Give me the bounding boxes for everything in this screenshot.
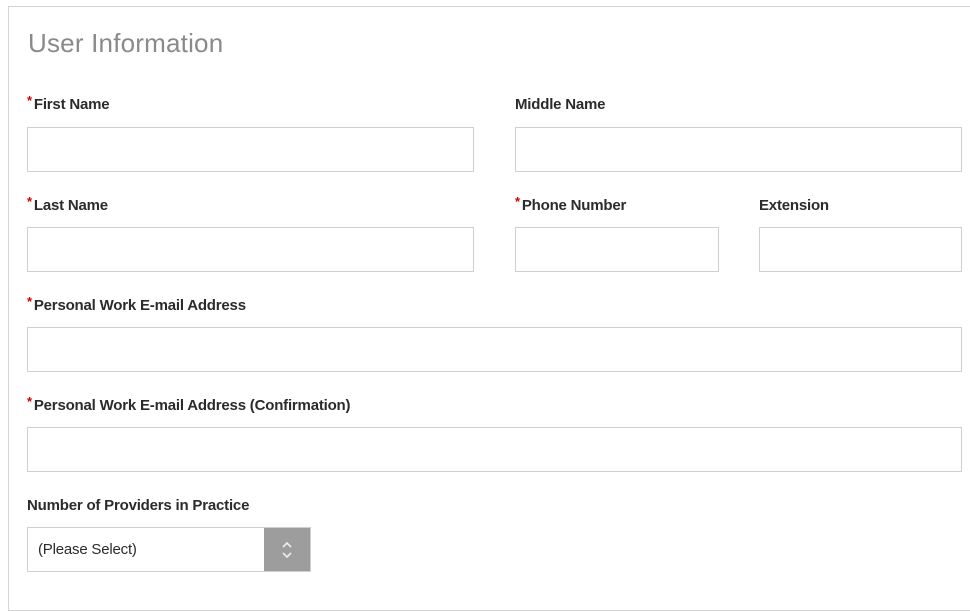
required-marker: * [515, 194, 520, 209]
extension-label: Extension [759, 197, 829, 214]
last-name-label-text: Last Name [33, 197, 108, 214]
email-confirmation-input[interactable] [27, 427, 962, 472]
last-name-input[interactable] [27, 227, 474, 272]
middle-name-input[interactable] [515, 127, 962, 172]
required-marker: * [27, 194, 32, 209]
email-label-text: Personal Work E-mail Address [33, 297, 246, 314]
email-confirmation-label: * Personal Work E-mail Address (Confirmat… [27, 394, 351, 415]
email-confirmation-label-text: Personal Work E-mail Address (Confirmati… [33, 397, 351, 414]
first-name-label: * First Name [27, 93, 110, 114]
phone-number-input[interactable] [515, 227, 719, 272]
last-name-label: * Last Name [27, 194, 108, 215]
email-input[interactable] [27, 327, 962, 372]
phone-number-label: * Phone Number [515, 194, 627, 215]
phone-number-label-text: Phone Number [521, 197, 627, 214]
extension-input[interactable] [759, 227, 962, 272]
first-name-input[interactable] [27, 127, 474, 172]
providers-label: Number of Providers in Practice [27, 497, 250, 514]
select-arrow-button[interactable] [264, 528, 310, 571]
first-name-label-text: First Name [33, 96, 110, 113]
providers-selected-value: (Please Select) [38, 541, 137, 558]
middle-name-label: Middle Name [515, 96, 606, 113]
required-marker: * [27, 294, 32, 309]
up-down-chevron-icon [282, 541, 292, 559]
required-marker: * [27, 93, 32, 108]
section-title: User Information [28, 28, 224, 58]
providers-select[interactable]: (Please Select) [27, 527, 311, 572]
required-marker: * [27, 394, 32, 409]
email-label: * Personal Work E-mail Address [27, 294, 246, 315]
